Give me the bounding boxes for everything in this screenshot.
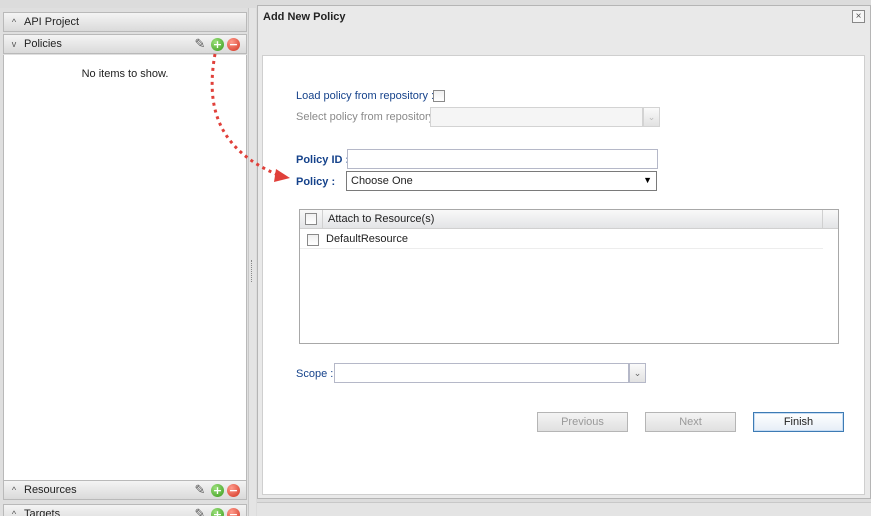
add-policy-dialog: Add New Policy × Load policy from reposi… — [257, 5, 871, 499]
column-separator — [322, 210, 323, 229]
load-repo-label: Load policy from repository : — [296, 90, 435, 102]
panel-splitter[interactable] — [248, 8, 256, 516]
chevron-down-icon: ▼ — [643, 175, 652, 185]
policy-id-label: Policy ID : — [296, 154, 350, 166]
select-repo-label: Select policy from repository : — [296, 111, 441, 123]
grid-header-scroll — [822, 210, 838, 229]
pencil-icon[interactable]: ✎ — [192, 507, 208, 516]
row-checkbox[interactable] — [307, 234, 319, 246]
policy-selected-value: Choose One — [351, 175, 413, 187]
scope-label: Scope : — [296, 368, 334, 380]
finish-button[interactable]: Finish — [753, 412, 844, 432]
chevron-up-icon: ^ — [11, 17, 17, 27]
section-title: Targets — [24, 508, 61, 516]
add-icon[interactable]: + — [211, 507, 224, 516]
row-label: DefaultResource — [326, 233, 408, 245]
pencil-icon[interactable]: ✎ — [192, 483, 208, 497]
left-accordion-panel: ^ API Project v Policies ✎ + − No items … — [0, 8, 248, 516]
chevron-up-icon: ^ — [11, 509, 17, 516]
policy-select[interactable]: Choose One ▼ — [346, 171, 657, 191]
chevron-down-icon: v — [11, 39, 17, 49]
dialog-title: Add New Policy — [263, 11, 346, 23]
section-targets[interactable]: ^ Targets ✎ + − — [3, 504, 247, 516]
add-icon[interactable]: + — [211, 483, 224, 497]
policy-label: Policy : — [296, 176, 336, 188]
select-all-checkbox[interactable] — [305, 213, 317, 225]
remove-icon[interactable]: − — [227, 507, 240, 516]
section-title: API Project — [24, 16, 80, 28]
empty-message: No items to show. — [81, 68, 169, 80]
section-policies[interactable]: v Policies ✎ + − — [3, 34, 247, 54]
chevron-up-icon: ^ — [11, 485, 17, 495]
pencil-icon[interactable]: ✎ — [192, 37, 208, 51]
chevron-down-icon[interactable]: ⌄ — [643, 107, 660, 127]
scope-input[interactable] — [334, 363, 629, 383]
section-title: Resources — [24, 484, 77, 496]
resource-grid: Attach to Resource(s) DefaultResource — [299, 209, 839, 344]
remove-icon[interactable]: − — [227, 37, 240, 51]
grid-header-label: Attach to Resource(s) — [328, 213, 435, 225]
section-title: Policies — [24, 38, 62, 50]
remove-icon[interactable]: − — [227, 483, 240, 497]
chevron-down-icon[interactable]: ⌄ — [629, 363, 646, 383]
add-icon[interactable]: + — [211, 37, 224, 51]
select-repo-input[interactable] — [430, 107, 643, 127]
next-button[interactable]: Next — [645, 412, 736, 432]
grid-header: Attach to Resource(s) — [300, 210, 823, 229]
section-resources[interactable]: ^ Resources ✎ + − — [3, 480, 247, 500]
previous-button[interactable]: Previous — [537, 412, 628, 432]
load-repo-checkbox[interactable] — [433, 90, 445, 102]
close-icon[interactable]: × — [852, 10, 865, 23]
splitter-grip[interactable] — [251, 260, 253, 282]
table-row[interactable]: DefaultResource — [300, 230, 823, 249]
policies-list: No items to show. — [3, 55, 247, 481]
section-api-project[interactable]: ^ API Project — [3, 12, 247, 32]
policy-id-input[interactable] — [347, 149, 658, 169]
bottom-strip — [257, 502, 871, 516]
